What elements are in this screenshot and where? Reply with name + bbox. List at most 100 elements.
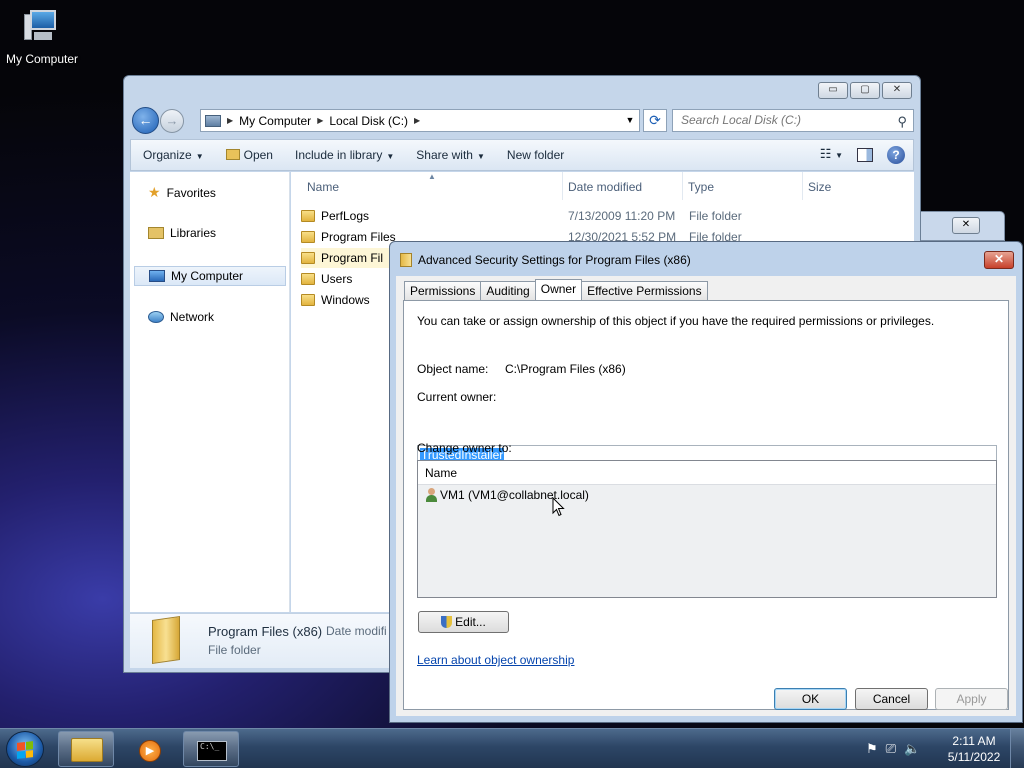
navigation-pane: ★ Favorites Libraries My Computer Networ… <box>130 172 290 612</box>
desktop-icon-label: My Computer <box>5 52 79 66</box>
details-type: File folder <box>208 643 261 657</box>
back-button[interactable]: ← <box>132 107 159 134</box>
computer-icon <box>24 8 60 40</box>
address-row: ← → ▶ My Computer ▶ Local Disk (C:) ▶ ▼ … <box>130 106 914 134</box>
open-folder-icon <box>225 149 240 160</box>
ok-button[interactable]: OK <box>774 688 847 710</box>
folder-icon <box>400 253 412 267</box>
uac-shield-icon <box>441 616 453 628</box>
start-button[interactable] <box>6 731 44 767</box>
details-name: Program Files (x86) <box>208 624 323 639</box>
learn-ownership-link[interactable]: Learn about object ownership <box>417 653 574 667</box>
dialog-title-bar[interactable]: Advanced Security Settings for Program F… <box>400 253 691 267</box>
forward-button[interactable]: → <box>160 109 184 133</box>
tab-auditing[interactable]: Auditing <box>480 281 536 300</box>
folder-icon <box>71 738 103 762</box>
search-placeholder: Search Local Disk (C:) <box>681 113 802 127</box>
include-in-library-button[interactable]: Include in library ▼ <box>295 148 394 162</box>
organize-button[interactable]: Organize ▼ <box>143 148 204 162</box>
address-dropdown-icon[interactable]: ▼ <box>620 109 640 132</box>
breadcrumb-chevron-icon: ▶ <box>414 116 421 125</box>
nav-item-network[interactable]: Network <box>148 310 214 324</box>
clock[interactable]: 2:11 AM 5/11/2022 <box>944 733 1004 765</box>
media-player-icon: ▶ <box>139 740 161 762</box>
volume-icon[interactable]: 🔈 <box>904 741 920 757</box>
large-folder-icon <box>152 616 180 664</box>
computer-icon <box>149 270 165 282</box>
dialog-close-button[interactable]: ✕ <box>984 251 1014 269</box>
tab-effective-permissions[interactable]: Effective Permissions <box>581 281 708 300</box>
command-prompt-icon: C:\_ <box>197 741 227 761</box>
dialog-body: Permissions Auditing Owner Effective Per… <box>396 276 1016 716</box>
breadcrumb-chevron-icon: ▶ <box>227 116 234 125</box>
folder-icon <box>301 273 315 285</box>
preview-pane-icon[interactable] <box>857 148 873 162</box>
object-name-value: C:\Program Files (x86) <box>505 362 626 376</box>
folder-icon <box>301 210 315 222</box>
change-owner-list[interactable]: Name VM1 (VM1@collabnet.local) <box>417 460 997 598</box>
libraries-icon <box>148 227 164 239</box>
edit-button[interactable]: Edit... <box>418 611 509 633</box>
apply-button[interactable]: Apply <box>935 688 1008 710</box>
advanced-security-dialog: Advanced Security Settings for Program F… <box>389 241 1023 723</box>
desktop-icon-my-computer[interactable]: My Computer <box>2 8 82 66</box>
star-icon: ★ <box>148 184 161 200</box>
taskbar-cmd-button[interactable]: C:\_ <box>183 731 239 767</box>
minimize-button[interactable]: ▭ <box>818 82 848 99</box>
open-button[interactable]: Open <box>225 148 273 162</box>
refresh-icon[interactable]: ⟳ <box>643 109 667 132</box>
background-window-close-button[interactable]: ✕ <box>952 217 980 234</box>
tab-permissions[interactable]: Permissions <box>404 281 482 300</box>
command-bar: Organize ▼ Open Include in library ▼ Share… <box>130 139 914 171</box>
list-header-name[interactable]: Name <box>418 461 996 485</box>
folder-icon <box>301 252 315 264</box>
network-icon <box>148 311 164 323</box>
owner-tab-panel: You can take or assign ownership of this… <box>403 300 1009 710</box>
breadcrumb-local-disk[interactable]: Local Disk (C:) <box>329 114 408 128</box>
folder-icon <box>301 231 315 243</box>
search-input[interactable]: Search Local Disk (C:) ⚲ <box>672 109 914 132</box>
taskbar-media-player-button[interactable]: ▶ <box>120 731 176 767</box>
close-button[interactable]: ✕ <box>882 82 912 99</box>
background-window[interactable]: ✕ <box>910 211 1005 241</box>
share-with-button[interactable]: Share with ▼ <box>416 148 485 162</box>
tab-strip: Permissions Auditing Owner Effective Per… <box>404 279 708 300</box>
current-owner-label: Current owner: <box>417 390 497 404</box>
action-center-icon[interactable]: ⚑ <box>866 741 878 757</box>
help-icon[interactable]: ? <box>887 146 905 164</box>
dialog-title: Advanced Security Settings for Program F… <box>418 253 691 267</box>
show-desktop-button[interactable] <box>1010 729 1024 768</box>
breadcrumb-my-computer[interactable]: My Computer <box>239 114 311 128</box>
list-item[interactable]: VM1 (VM1@collabnet.local) <box>418 485 996 505</box>
network-tray-icon[interactable]: ⎚ <box>886 741 896 757</box>
details-date-label: Date modifi <box>326 624 387 638</box>
system-tray: ⚑ ⎚ 🔈 <box>866 741 920 757</box>
column-header-date[interactable]: Date modified <box>568 180 642 194</box>
column-header-size[interactable]: Size <box>808 180 831 194</box>
new-folder-button[interactable]: New folder <box>507 148 564 162</box>
computer-small-icon <box>205 114 221 127</box>
address-bar[interactable]: ▶ My Computer ▶ Local Disk (C:) ▶ <box>200 109 640 132</box>
clock-time: 2:11 AM <box>952 734 996 748</box>
column-header-name[interactable]: Name <box>307 180 339 194</box>
windows-logo-icon <box>17 741 33 759</box>
object-name-label: Object name: <box>417 362 489 376</box>
column-header-type[interactable]: Type <box>688 180 714 194</box>
view-options-icon[interactable]: ☷ ▼ <box>820 146 843 164</box>
nav-item-libraries[interactable]: Libraries <box>148 226 216 240</box>
table-row[interactable]: PerfLogs 7/13/2009 11:20 PM File folder <box>301 206 911 226</box>
cancel-button[interactable]: Cancel <box>855 688 928 710</box>
window-controls: ▭ ▢ ✕ <box>818 82 912 99</box>
nav-item-favorites[interactable]: ★ Favorites <box>148 184 216 201</box>
taskbar: ▶ C:\_ ⚑ ⎚ 🔈 2:11 AM 5/11/2022 <box>0 728 1024 768</box>
clock-date: 5/11/2022 <box>947 750 1001 764</box>
intro-text: You can take or assign ownership of this… <box>417 314 935 328</box>
taskbar-explorer-button[interactable] <box>58 731 114 767</box>
user-icon <box>426 488 437 502</box>
breadcrumb-chevron-icon: ▶ <box>317 116 324 125</box>
nav-item-my-computer[interactable]: My Computer <box>134 266 286 286</box>
tab-owner[interactable]: Owner <box>534 279 583 300</box>
maximize-button[interactable]: ▢ <box>850 82 880 99</box>
change-owner-label: Change owner to: <box>417 441 512 455</box>
search-icon[interactable]: ⚲ <box>897 111 907 132</box>
